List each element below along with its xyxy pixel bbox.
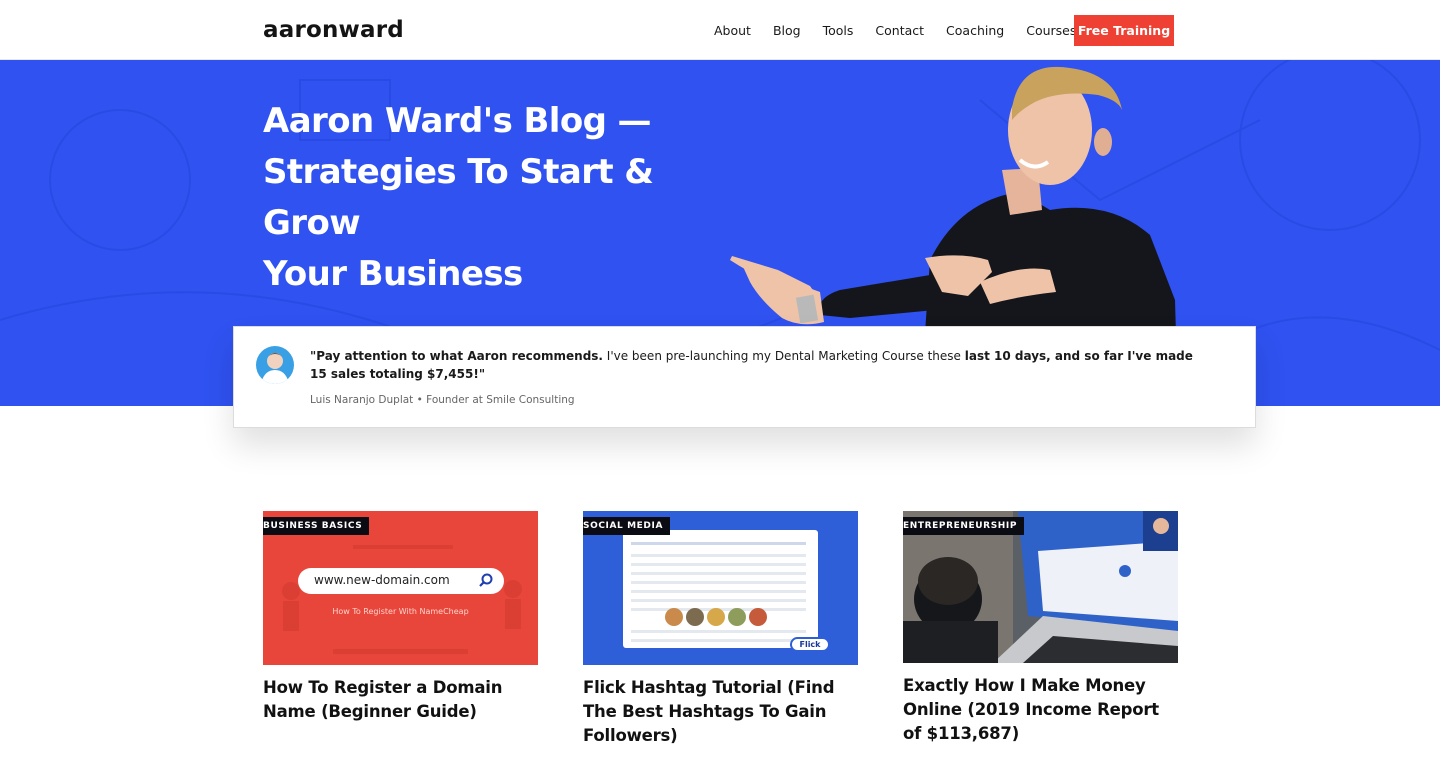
food-photos-graphic [665,608,767,626]
search-icon [479,573,493,587]
post-title[interactable]: Exactly How I Make Money Online (2019 In… [903,674,1178,746]
nav-link-blog[interactable]: Blog [773,23,801,38]
nav-link-contact[interactable]: Contact [875,23,924,38]
post-card[interactable]: BUSINESS BASICS www.new-domain.com How T… [263,511,538,724]
avatar-person-icon [261,353,289,384]
post-card[interactable]: ENTREPRENEURSHIP Exactly How I Make Mone… [903,511,1178,746]
search-bar-text: www.new-domain.com [314,573,450,587]
site-logo[interactable]: aaronward [263,17,404,43]
nav-link-about[interactable]: About [714,23,751,38]
category-tag[interactable]: BUSINESS BASICS [263,517,370,535]
free-training-button[interactable]: Free Training [1074,15,1174,46]
post-thumbnail[interactable]: SOCIAL MEDIA Flick [583,511,858,665]
post-thumbnail[interactable]: ENTREPRENEURSHIP [903,511,1178,663]
post-card[interactable]: SOCIAL MEDIA Flick Flick Hashtag Tutoria… [583,511,858,748]
spreadsheet-graphic [623,530,818,648]
post-title[interactable]: Flick Hashtag Tutorial (Find The Best Ha… [583,676,858,748]
nav-link-tools[interactable]: Tools [823,23,854,38]
testimonial-card: "Pay attention to what Aaron recommends.… [233,326,1256,428]
testimonial-quote: "Pay attention to what Aaron recommends.… [310,347,1210,383]
quote-text: I've been pre-launching my Dental Market… [602,349,965,363]
quote-bold-text: "Pay attention to what Aaron recommends. [310,349,603,363]
nav-link-courses[interactable]: Courses [1026,23,1076,38]
hero-title-line: Your Business [263,254,523,294]
thumbnail-caption: How To Register With NameCheap [332,607,469,616]
category-tag[interactable]: ENTREPRENEURSHIP [903,517,1025,535]
main-nav: About Blog Tools Contact Coaching Course… [714,0,1098,60]
post-thumbnail[interactable]: BUSINESS BASICS www.new-domain.com How T… [263,511,538,665]
hero-title-line: Aaron Ward's Blog — [263,101,652,141]
site-header: aaronward About Blog Tools Contact Coach… [0,0,1440,60]
hero-title: Aaron Ward's Blog — Strategies To Start … [263,96,743,300]
flick-badge: Flick [790,637,830,652]
testimonial-author: Luis Naranjo Duplat • Founder at Smile C… [310,394,575,406]
nav-link-coaching[interactable]: Coaching [946,23,1004,38]
hero-title-line: Strategies To Start & Grow [263,152,654,243]
avatar [256,346,294,384]
category-tag[interactable]: SOCIAL MEDIA [583,517,671,535]
post-title[interactable]: How To Register a Domain Name (Beginner … [263,676,538,724]
